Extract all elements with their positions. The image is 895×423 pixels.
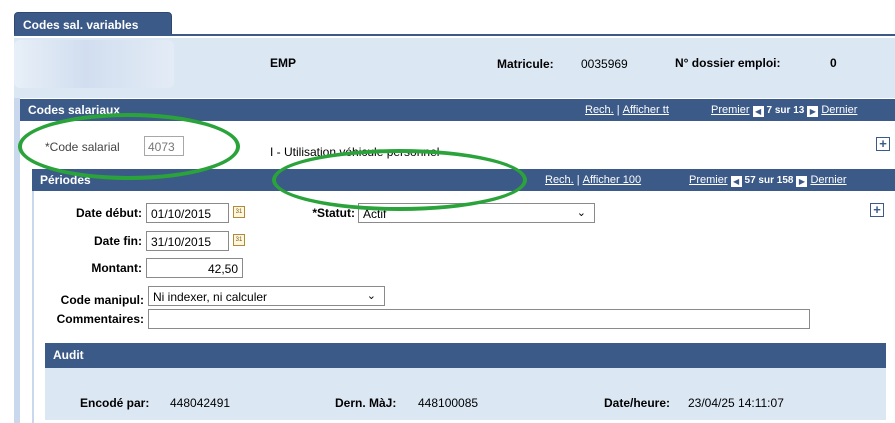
chevron-down-icon: ⌄: [576, 207, 586, 219]
dern-maj-label: Dern. MàJ:: [335, 396, 397, 410]
afficher-tt-link[interactable]: Afficher tt: [623, 104, 669, 116]
previous-icon[interactable]: ◀: [730, 176, 742, 187]
date-debut-field[interactable]: 01/10/2015: [146, 203, 229, 223]
dernier-link[interactable]: Dernier: [821, 104, 857, 116]
codes-salariaux-search-nav: Rech. | Afficher tt: [585, 104, 669, 116]
premier-link[interactable]: Premier: [711, 104, 750, 116]
matricule-value: 0035969: [581, 57, 628, 71]
code-manipul-select[interactable]: Ni indexer, ni calculer ⌄: [148, 286, 385, 306]
audit-body: [45, 368, 886, 420]
dossier-label: N° dossier emploi:: [675, 56, 781, 70]
date-heure-label: Date/heure:: [604, 396, 671, 410]
commentaires-label: Commentaires:: [56, 312, 144, 326]
employee-name-blurred: [14, 40, 174, 88]
periodes-pager: Premier ◀ 57 sur 158 ▶ Dernier: [689, 174, 847, 187]
add-periode-icon[interactable]: +: [870, 203, 884, 217]
highlight-ellipse-statut: [272, 149, 527, 211]
premier-link[interactable]: Premier: [689, 174, 728, 186]
date-debut-label: Date début:: [76, 206, 142, 220]
date-heure-value: 23/04/25 14:11:07: [688, 396, 784, 410]
calendar-icon[interactable]: 31: [233, 234, 245, 246]
code-manipul-label: Code manipul:: [60, 293, 144, 307]
date-fin-field[interactable]: 31/10/2015: [146, 231, 229, 251]
record-count: 57 sur 158: [744, 175, 794, 186]
highlight-ellipse-code-salarial: [18, 113, 240, 180]
code-manipul-selected-value: Ni indexer, ni calculer: [153, 290, 268, 304]
audit-title: Audit: [53, 348, 84, 362]
tab-underline: [14, 34, 895, 36]
encode-par-value: 448042491: [170, 396, 231, 410]
audit-bar: [45, 343, 886, 368]
matricule-label: Matricule:: [497, 57, 554, 71]
commentaires-field[interactable]: [148, 309, 810, 329]
afficher-100-link[interactable]: Afficher 100: [583, 174, 642, 186]
encode-par-label: Encodé par:: [80, 396, 150, 410]
rech-link[interactable]: Rech.: [545, 174, 574, 186]
dern-maj-value: 448100085: [418, 396, 479, 410]
dernier-link[interactable]: Dernier: [810, 174, 846, 186]
tab-codes-sal-variables[interactable]: Codes sal. variables: [14, 12, 172, 35]
montant-label: Montant:: [91, 261, 142, 275]
dossier-value: 0: [830, 56, 837, 70]
date-fin-label: Date fin:: [94, 234, 142, 248]
periodes-search-nav: Rech. | Afficher 100: [545, 174, 642, 186]
codes-salariaux-pager: Premier ◀ 7 sur 13 ▶ Dernier: [711, 104, 857, 117]
next-icon[interactable]: ▶: [796, 176, 808, 187]
next-icon[interactable]: ▶: [807, 106, 819, 117]
rech-link[interactable]: Rech.: [585, 104, 614, 116]
add-code-salarial-icon[interactable]: +: [876, 137, 890, 151]
calendar-icon[interactable]: 31: [233, 206, 245, 218]
montant-field[interactable]: 42,50: [146, 258, 243, 278]
chevron-down-icon: ⌄: [366, 290, 376, 302]
emp-label: EMP: [270, 56, 297, 70]
record-count: 7 sur 13: [766, 105, 805, 116]
previous-icon[interactable]: ◀: [752, 106, 764, 117]
